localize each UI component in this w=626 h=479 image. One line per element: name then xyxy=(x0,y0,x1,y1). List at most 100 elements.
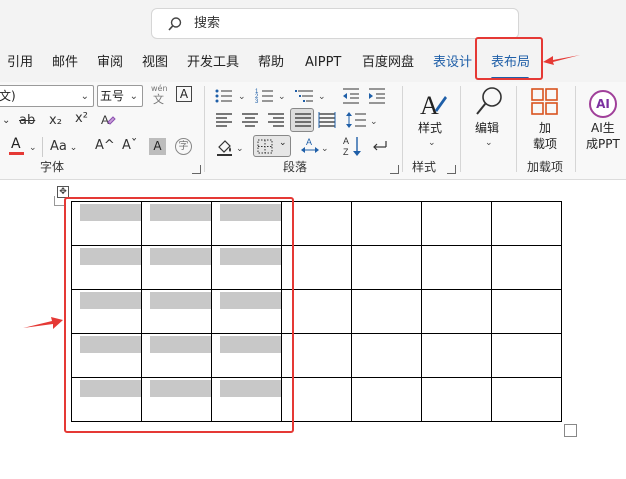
editing-button-label: 编辑 xyxy=(475,121,500,135)
addins-icon xyxy=(531,88,558,115)
tab-table-design[interactable]: 表设计 xyxy=(433,54,472,72)
chevron-down-icon: ⌄ xyxy=(129,91,138,102)
table-cell[interactable] xyxy=(351,245,422,290)
chevron-down-icon[interactable]: ⌄ xyxy=(236,144,244,154)
tab-mailings[interactable]: 邮件 xyxy=(52,54,78,72)
table-cell[interactable] xyxy=(491,201,562,246)
ai-ppt-button[interactable]: AI AI生 成PPT xyxy=(580,84,626,154)
font-color-letter: A xyxy=(11,136,21,152)
styles-dialog-launcher-icon[interactable] xyxy=(447,165,456,174)
styles-icon: A xyxy=(420,91,447,120)
font-dialog-launcher-icon[interactable] xyxy=(192,165,201,174)
asian-layout-icon[interactable]: A xyxy=(300,136,320,156)
table-cell[interactable] xyxy=(351,201,422,246)
table-cell[interactable] xyxy=(491,333,562,378)
decrease-indent-icon[interactable] xyxy=(341,87,361,105)
tab-view[interactable]: 视图 xyxy=(142,54,168,72)
svg-text:Z: Z xyxy=(343,147,349,157)
tab-developer[interactable]: 开发工具 xyxy=(187,54,239,72)
chevron-down-icon[interactable]: ⌄ xyxy=(370,117,378,127)
align-left-icon[interactable] xyxy=(215,112,233,128)
styles-button[interactable]: A 样式 ⌄ xyxy=(410,84,458,154)
justify-button[interactable] xyxy=(290,108,314,132)
group-label-font: 字体 xyxy=(40,160,65,174)
table-cell[interactable] xyxy=(351,377,422,422)
borders-button[interactable]: ⌄ xyxy=(253,135,291,157)
shrink-font-button[interactable]: Aˇ xyxy=(122,137,137,155)
chevron-down-icon[interactable]: ⌄ xyxy=(238,92,246,102)
align-right-icon[interactable] xyxy=(267,112,285,128)
numbering-icon[interactable]: 1 2 3 xyxy=(255,87,277,105)
strikethrough-button[interactable]: ab xyxy=(19,112,35,130)
table-cell[interactable] xyxy=(421,289,492,334)
tab-highlight-box xyxy=(475,37,543,80)
bullets-icon[interactable] xyxy=(214,87,236,105)
chevron-down-icon[interactable]: ⌄ xyxy=(321,144,329,154)
search-placeholder: 搜索 xyxy=(194,16,221,31)
editing-button[interactable]: 编辑 ⌄ xyxy=(466,84,512,154)
tab-baidu-netdisk[interactable]: 百度网盘 xyxy=(362,54,414,72)
chevron-down-icon[interactable]: ⌄ xyxy=(278,92,286,102)
borders-icon xyxy=(257,139,273,154)
tab-aippt[interactable]: AIPPT xyxy=(305,54,341,72)
tab-review[interactable]: 审阅 xyxy=(97,54,123,72)
chevron-down-icon: ⌄ xyxy=(279,138,287,148)
font-size-value: 五号 xyxy=(100,89,125,103)
show-formatting-marks-icon[interactable] xyxy=(373,139,391,155)
table-cell[interactable] xyxy=(351,333,422,378)
grow-font-button[interactable]: A^ xyxy=(95,137,115,155)
tab-help[interactable]: 帮助 xyxy=(258,54,284,72)
svg-text:A: A xyxy=(420,91,439,120)
chevron-down-icon: ⌄ xyxy=(485,138,493,148)
font-color-swatch xyxy=(9,152,24,155)
paragraph-dialog-launcher-icon[interactable] xyxy=(390,165,399,174)
paragraph-shading-icon[interactable] xyxy=(216,138,234,156)
svg-text:A: A xyxy=(306,137,312,147)
chevron-down-icon[interactable]: ⌄ xyxy=(29,143,37,153)
svg-text:A: A xyxy=(343,136,349,146)
change-case-button[interactable]: Aa ⌄ xyxy=(50,138,77,157)
table-resize-handle[interactable] xyxy=(564,424,577,437)
change-case-label: Aa xyxy=(50,139,67,154)
group-label-addins: 加载项 xyxy=(527,160,564,174)
search-box[interactable]: 搜索 xyxy=(151,8,519,39)
border-char: A xyxy=(179,87,189,101)
character-border-button[interactable]: A xyxy=(176,86,192,102)
shading-char: A xyxy=(153,139,162,153)
distributed-icon[interactable] xyxy=(318,112,336,128)
chevron-down-icon[interactable]: ⌄ xyxy=(2,112,10,130)
table-cell[interactable] xyxy=(491,245,562,290)
character-shading-button[interactable]: A xyxy=(149,138,166,155)
table-cell[interactable] xyxy=(421,245,492,290)
addins-label-line2: 载项 xyxy=(533,137,558,151)
font-size-combo[interactable]: 五号 ⌄ xyxy=(97,85,143,107)
selection-highlight-box xyxy=(64,197,294,433)
table-cell[interactable] xyxy=(421,333,492,378)
table-cell[interactable] xyxy=(421,201,492,246)
ai-icon: AI xyxy=(589,90,617,118)
table-cell[interactable] xyxy=(491,289,562,334)
font-name-value: 文) xyxy=(0,89,16,103)
chevron-down-icon[interactable]: ⌄ xyxy=(318,92,326,102)
phonetic-guide-button[interactable]: wén 文 xyxy=(150,84,170,108)
font-name-combo[interactable]: 文) ⌄ xyxy=(0,85,94,107)
superscript-button[interactable]: x² xyxy=(75,110,88,128)
subscript-button[interactable]: x₂ xyxy=(49,112,62,130)
align-center-icon[interactable] xyxy=(241,112,259,128)
table-cell[interactable] xyxy=(421,377,492,422)
enclose-characters-button[interactable]: 字 xyxy=(175,138,192,155)
font-color-button[interactable]: A xyxy=(8,137,26,157)
svg-text:A: A xyxy=(101,113,109,127)
table-cell[interactable] xyxy=(491,377,562,422)
tab-references[interactable]: 引用 xyxy=(7,54,33,72)
sort-icon[interactable]: AZ xyxy=(343,135,363,157)
table-cell[interactable] xyxy=(351,289,422,334)
line-spacing-icon[interactable] xyxy=(345,111,367,129)
increase-indent-icon[interactable] xyxy=(367,87,387,105)
multilevel-list-icon[interactable] xyxy=(295,87,317,105)
search-icon xyxy=(476,87,502,115)
clear-formatting-icon[interactable]: A xyxy=(100,112,116,128)
search-icon xyxy=(168,17,182,31)
divider xyxy=(42,137,43,157)
addins-button[interactable]: 加 载项 xyxy=(523,84,569,154)
